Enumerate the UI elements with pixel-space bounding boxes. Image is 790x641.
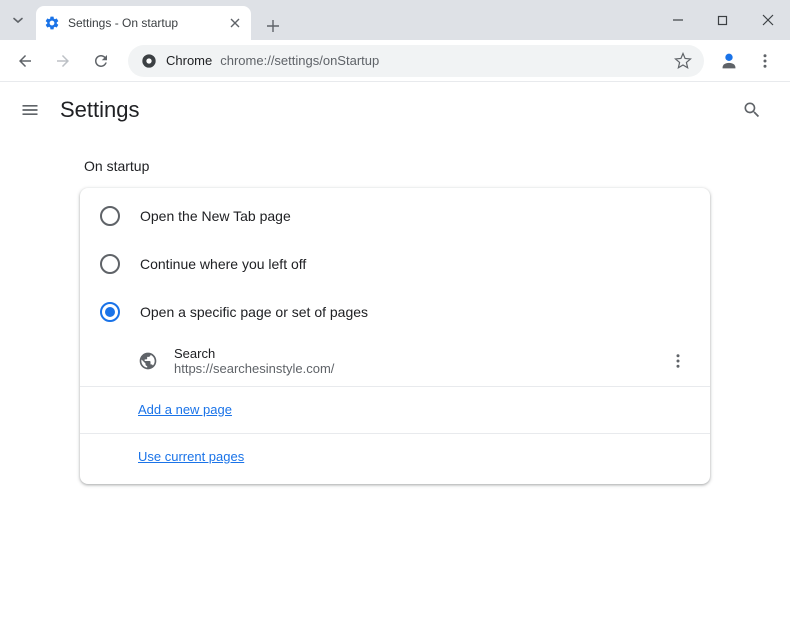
close-window-button[interactable] xyxy=(745,0,790,40)
minimize-button[interactable] xyxy=(655,0,700,40)
reload-button[interactable] xyxy=(84,44,118,78)
settings-card: Open the New Tab page Continue where you… xyxy=(80,188,710,484)
omnibox-url: chrome://settings/onStartup xyxy=(220,53,666,68)
new-tab-button[interactable] xyxy=(259,12,287,40)
use-current-link[interactable]: Use current pages xyxy=(138,449,244,464)
settings-header: Settings xyxy=(0,82,790,138)
gear-icon xyxy=(44,15,60,31)
hamburger-menu-button[interactable] xyxy=(20,100,40,120)
startup-page-row: Search https://searchesinstyle.com/ xyxy=(80,336,710,387)
back-button[interactable] xyxy=(8,44,42,78)
add-page-link[interactable]: Add a new page xyxy=(138,402,232,417)
profile-button[interactable] xyxy=(714,46,744,76)
bookmark-star-icon[interactable] xyxy=(674,52,692,70)
startup-page-url: https://searchesinstyle.com/ xyxy=(174,361,650,376)
radio-icon xyxy=(100,254,120,274)
chrome-icon xyxy=(140,52,158,70)
radio-option-continue[interactable]: Continue where you left off xyxy=(80,240,710,288)
use-current-row: Use current pages xyxy=(80,434,710,480)
radio-icon xyxy=(100,206,120,226)
page-title: Settings xyxy=(60,97,140,123)
radio-option-specific-pages[interactable]: Open a specific page or set of pages xyxy=(80,288,710,336)
radio-option-new-tab[interactable]: Open the New Tab page xyxy=(80,192,710,240)
omnibox-scheme-label: Chrome xyxy=(166,53,212,68)
omnibox[interactable]: Chrome chrome://settings/onStartup xyxy=(128,45,704,77)
window-controls xyxy=(655,0,790,40)
browser-tab[interactable]: Settings - On startup xyxy=(36,6,251,40)
titlebar: Settings - On startup xyxy=(0,0,790,40)
toolbar: Chrome chrome://settings/onStartup xyxy=(0,40,790,82)
tab-title: Settings - On startup xyxy=(68,16,219,30)
kebab-menu-button[interactable] xyxy=(748,44,782,78)
radio-icon xyxy=(100,302,120,322)
radio-label: Continue where you left off xyxy=(140,256,306,272)
radio-label: Open a specific page or set of pages xyxy=(140,304,368,320)
tabs-dropdown-button[interactable] xyxy=(0,0,36,40)
maximize-button[interactable] xyxy=(700,0,745,40)
forward-button[interactable] xyxy=(46,44,80,78)
add-page-row: Add a new page xyxy=(80,387,710,434)
close-icon[interactable] xyxy=(227,15,243,31)
startup-page-title: Search xyxy=(174,346,650,361)
section-title: On startup xyxy=(80,158,710,174)
globe-icon xyxy=(138,351,158,371)
page-kebab-menu[interactable] xyxy=(666,349,690,373)
radio-label: Open the New Tab page xyxy=(140,208,291,224)
content-area: On startup Open the New Tab page Continu… xyxy=(0,138,790,504)
search-button[interactable] xyxy=(734,92,770,128)
